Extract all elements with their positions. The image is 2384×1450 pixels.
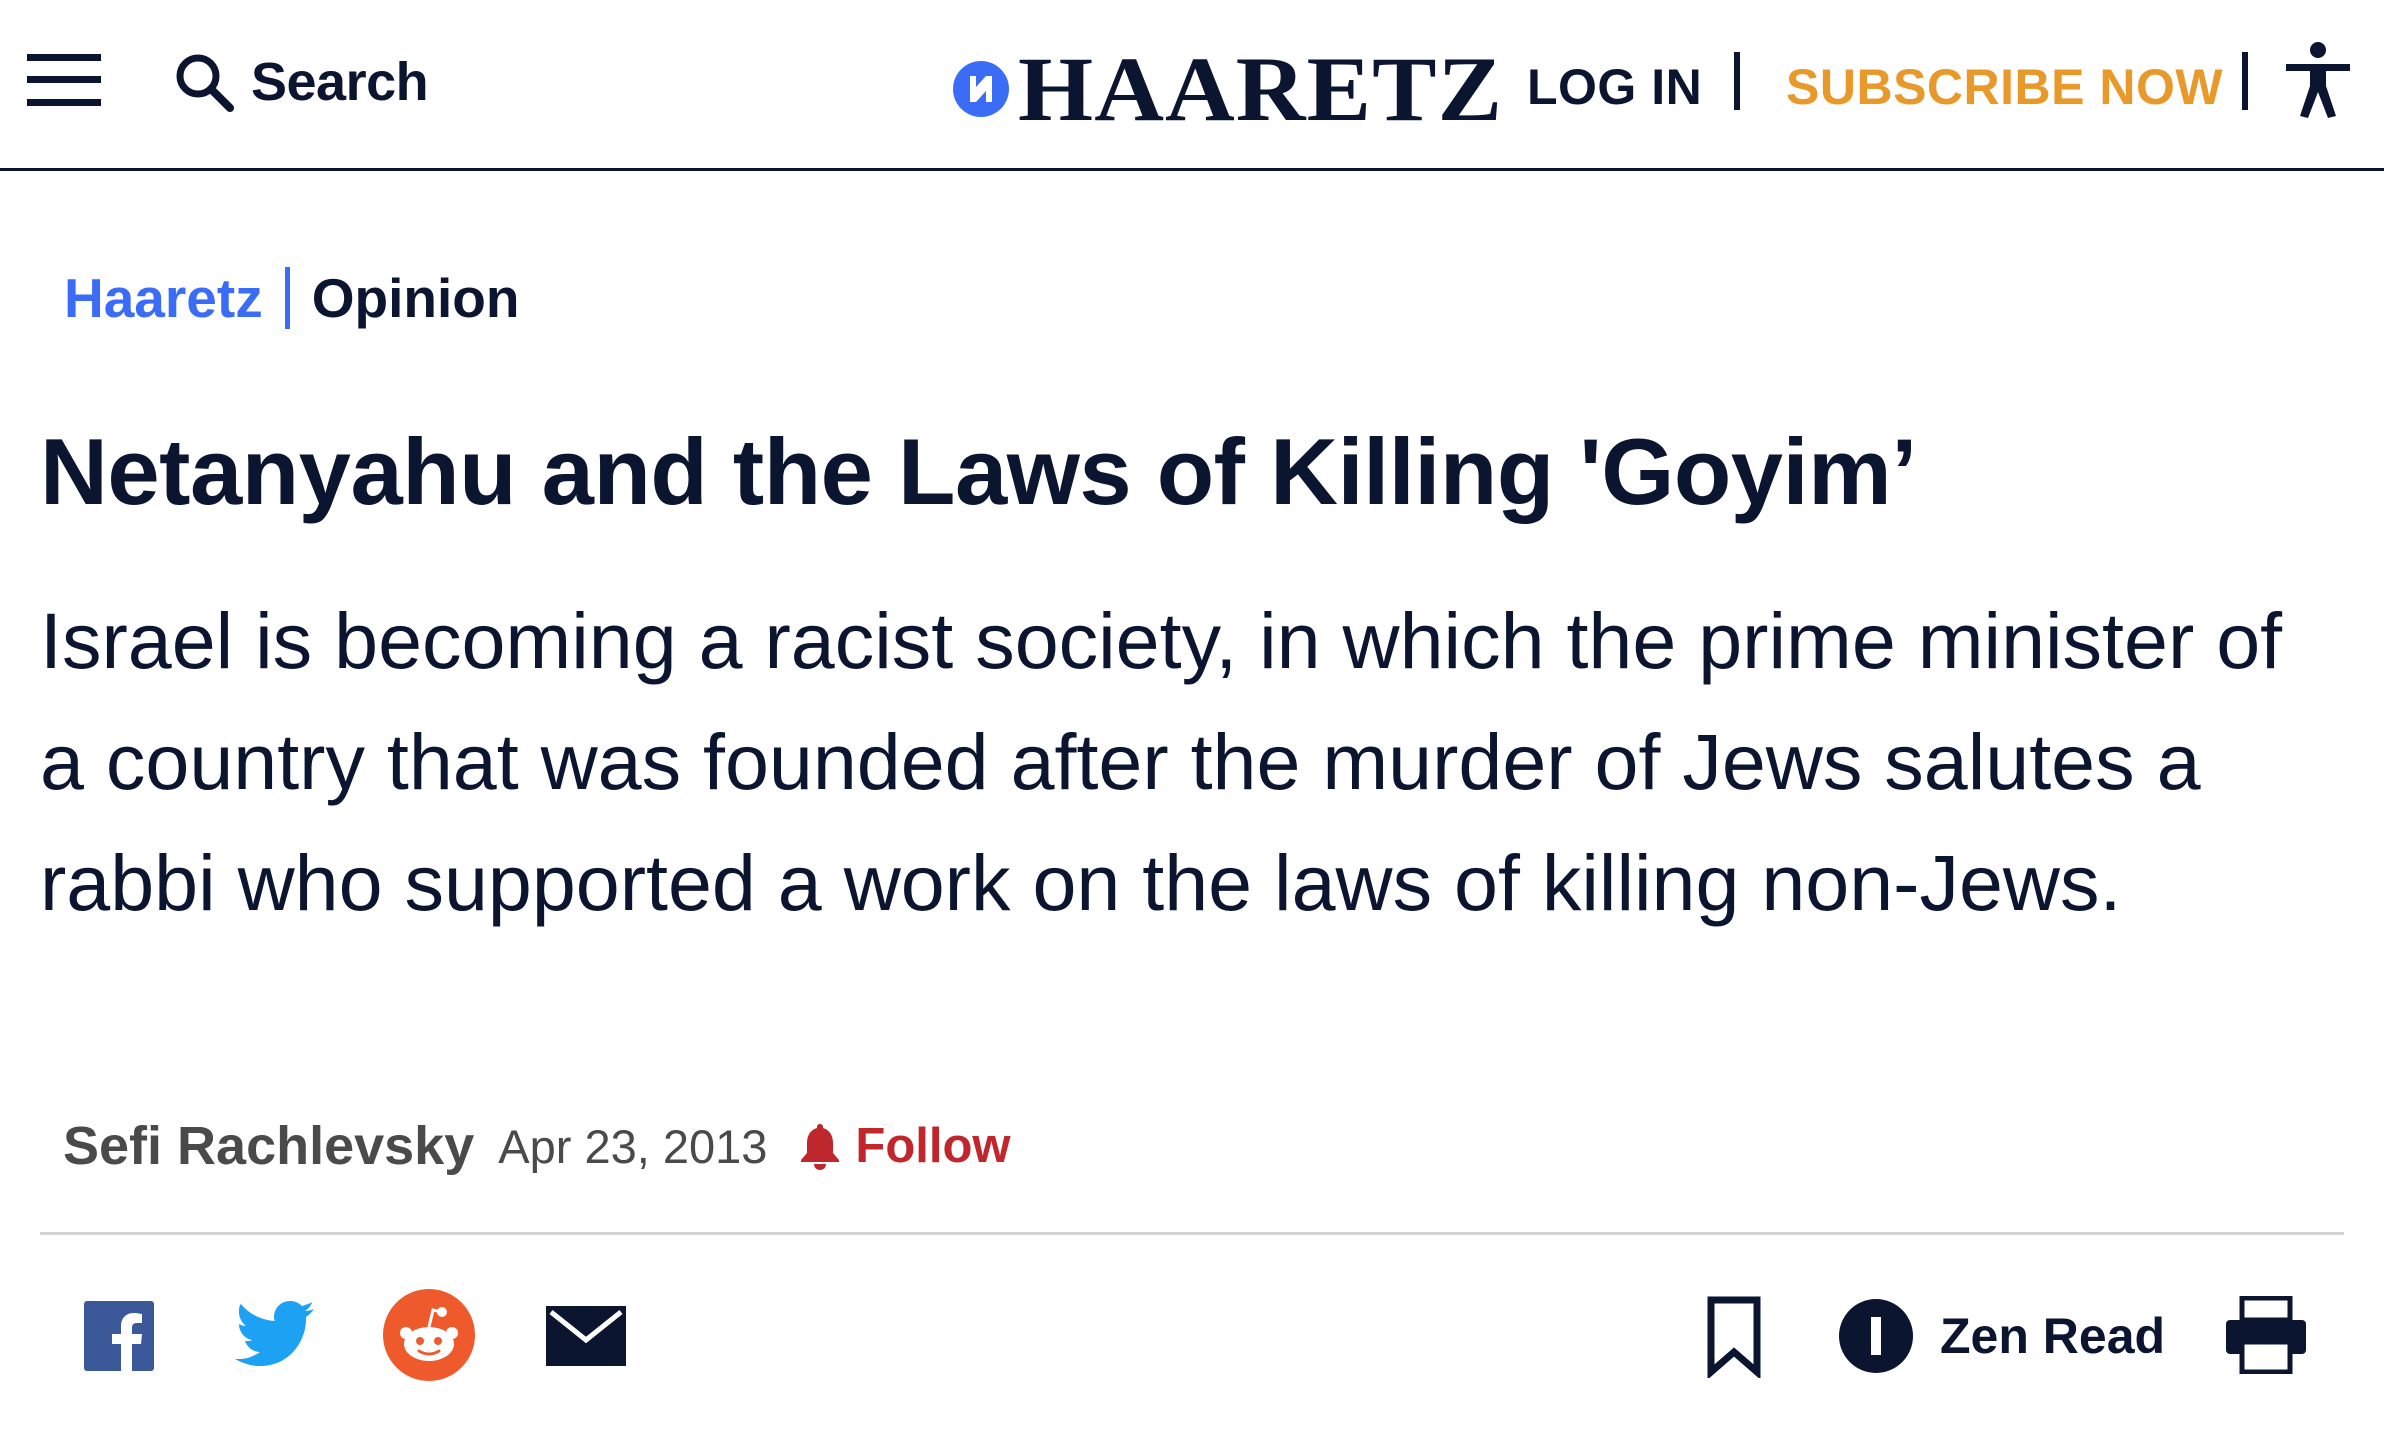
follow-label: Follow <box>855 1119 1011 1173</box>
article-headline: Netanyahu and the Laws of Killing 'Goyim… <box>40 419 1917 524</box>
breadcrumb: Haaretz Opinion <box>64 258 519 338</box>
haaretz-logo[interactable]: HAARETZ <box>952 43 1502 135</box>
zen-read-icon <box>1839 1299 1913 1373</box>
zen-read-button[interactable]: Zen Read <box>1838 1296 2165 1376</box>
publish-date: Apr 23, 2013 <box>498 1119 768 1173</box>
haaretz-logo-icon <box>953 61 1009 117</box>
login-link[interactable]: LOG IN <box>1527 58 1702 116</box>
email-icon[interactable] <box>546 1306 626 1366</box>
twitter-icon[interactable] <box>234 1300 314 1370</box>
search-label: Search <box>251 52 429 112</box>
subscribe-link[interactable]: SUBSCRIBE NOW <box>1786 58 2223 116</box>
accessibility-icon[interactable] <box>2284 42 2352 118</box>
byline-divider <box>40 1232 2344 1235</box>
breadcrumb-section-link[interactable]: Opinion <box>312 266 520 330</box>
zen-read-label: Zen Read <box>1940 1308 2166 1364</box>
article-subtitle: Israel is becoming a racist society, in … <box>40 596 2283 927</box>
article-byline: Sefi Rachlevsky Apr 23, 2013 Follow <box>63 1110 1011 1182</box>
breadcrumb-home-link[interactable]: Haaretz <box>64 266 263 330</box>
search-button[interactable]: Search <box>173 44 429 120</box>
logo-wordmark: HAARETZ <box>1018 38 1504 140</box>
header-divider <box>2242 52 2248 110</box>
header-divider <box>1734 52 1740 110</box>
breadcrumb-separator <box>284 267 290 329</box>
site-header: Search HAARETZ LOG IN SUBSCRIBE NOW <box>0 0 2384 171</box>
author-link[interactable]: Sefi Rachlevsky <box>63 1115 474 1177</box>
bell-icon <box>801 1124 840 1170</box>
bookmark-icon[interactable] <box>1706 1296 1762 1378</box>
facebook-icon[interactable] <box>84 1301 154 1371</box>
search-icon <box>176 54 234 112</box>
follow-button[interactable]: Follow <box>799 1118 1011 1174</box>
print-icon[interactable] <box>2224 1296 2308 1374</box>
reddit-icon[interactable] <box>382 1288 476 1382</box>
menu-icon[interactable] <box>27 52 101 108</box>
